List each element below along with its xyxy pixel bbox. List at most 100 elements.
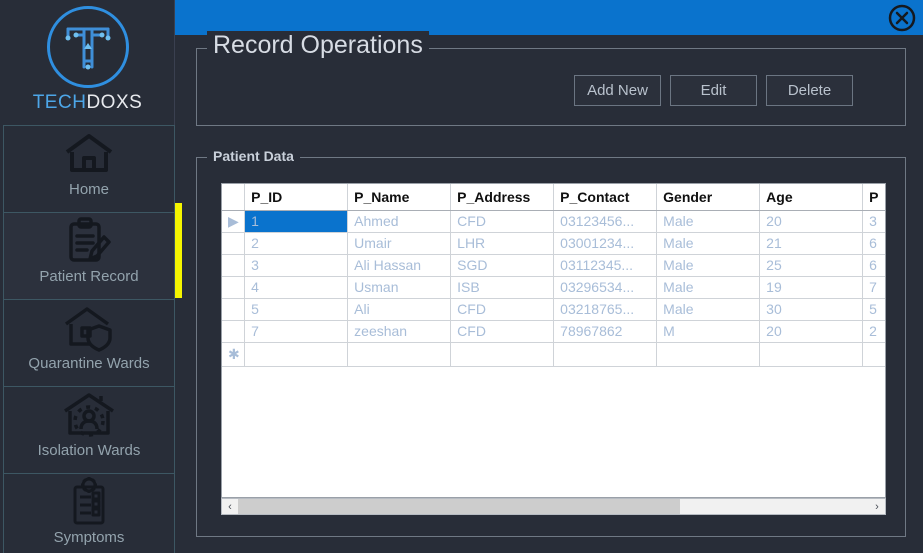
new-record-row[interactable]: ✱	[222, 342, 885, 367]
column-header-age[interactable]: Age	[759, 184, 864, 211]
table-header-row: P_ID P_Name P_Address P_Contact Gender A…	[222, 184, 885, 211]
patient-data-grid[interactable]: P_ID P_Name P_Address P_Contact Gender A…	[221, 183, 886, 498]
table-cell[interactable]: Male	[656, 232, 761, 255]
clipboard-pencil-icon	[4, 213, 174, 269]
table-cell[interactable]: Male	[656, 298, 761, 321]
brand-name-part1: TECH	[32, 92, 87, 113]
table-cell[interactable]: Ali Hassan	[347, 254, 452, 277]
table-cell[interactable]: ISB	[450, 276, 555, 299]
scroll-right-arrow-icon[interactable]: ›	[869, 499, 885, 514]
add-new-button[interactable]: Add New	[574, 75, 661, 106]
table-cell[interactable]: CFD	[450, 298, 555, 321]
table-cell[interactable]: CFD	[450, 210, 555, 233]
table-cell[interactable]	[862, 342, 885, 367]
brand-name: TECHDOXS	[0, 92, 175, 114]
table-cell[interactable]: SGD	[450, 254, 555, 277]
table-row[interactable]: 4 Usman ISB 03296534... Male 19 7	[222, 276, 885, 299]
row-marker[interactable]	[222, 298, 246, 321]
table-cell[interactable]	[553, 342, 658, 367]
table-cell[interactable]: CFD	[450, 320, 555, 343]
row-marker[interactable]	[222, 232, 246, 255]
table-row[interactable]: 3 Ali Hassan SGD 03112345... Male 25 6	[222, 254, 885, 277]
scroll-left-arrow-icon[interactable]: ‹	[222, 499, 238, 514]
table-row[interactable]: 7 zeeshan CFD 78967862 M 20 2	[222, 320, 885, 343]
table-cell[interactable]: 1	[244, 210, 349, 233]
sidebar-item-label: Quarantine Wards	[28, 355, 150, 372]
row-marker[interactable]	[222, 276, 246, 299]
table-cell[interactable]	[656, 342, 761, 367]
column-header-p-partial[interactable]: P	[862, 184, 885, 211]
scrollbar-track[interactable]	[238, 499, 869, 514]
close-circle-icon[interactable]	[887, 3, 917, 33]
table-cell[interactable]: 19	[759, 276, 864, 299]
table-cell[interactable]: 30	[759, 298, 864, 321]
column-header-p-id[interactable]: P_ID	[244, 184, 349, 211]
sidebar-item-label: Isolation Wards	[37, 442, 141, 459]
sidebar-item-label: Patient Record	[39, 268, 139, 285]
table-cell[interactable]	[759, 342, 864, 367]
table-cell[interactable]: LHR	[450, 232, 555, 255]
active-item-accent-bar	[175, 203, 182, 298]
table-cell[interactable]: Ahmed	[347, 210, 452, 233]
table-body: ▶ 1 Ahmed CFD 03123456... Male 20 3 2 Umair LHR 030…	[222, 210, 885, 367]
table-cell[interactable]	[244, 342, 349, 367]
edit-button[interactable]: Edit	[670, 75, 757, 106]
scrollbar-thumb[interactable]	[238, 499, 680, 514]
table-cell[interactable]: M	[656, 320, 761, 343]
sidebar-item-home[interactable]: Home	[3, 125, 175, 212]
table-cell[interactable]: 3	[244, 254, 349, 277]
table-cell[interactable]: 6	[862, 232, 885, 255]
table-cell[interactable]: 03123456...	[553, 210, 658, 233]
table-row[interactable]: ▶ 1 Ahmed CFD 03123456... Male 20 3	[222, 210, 885, 233]
column-header-p-address[interactable]: P_Address	[450, 184, 555, 211]
row-marker[interactable]: ▶	[222, 210, 246, 233]
table-cell[interactable]	[347, 342, 452, 367]
column-header-p-contact[interactable]: P_Contact	[553, 184, 658, 211]
new-record-marker[interactable]: ✱	[222, 342, 246, 367]
table-cell[interactable]: 5	[244, 298, 349, 321]
sidebar-item-patient-record[interactable]: Patient Record	[3, 212, 175, 299]
house-shield-icon	[4, 300, 174, 356]
table-cell[interactable]: 2	[244, 232, 349, 255]
table-cell[interactable]: 03112345...	[553, 254, 658, 277]
table-cell[interactable]: 20	[759, 210, 864, 233]
table-cell[interactable]: 5	[862, 298, 885, 321]
table-cell[interactable]: 2	[862, 320, 885, 343]
table-cell[interactable]: 03296534...	[553, 276, 658, 299]
table-cell[interactable]: 03001234...	[553, 232, 658, 255]
table-cell[interactable]: 6	[862, 254, 885, 277]
sidebar-item-symptoms[interactable]: Symptoms	[3, 473, 175, 553]
row-marker[interactable]	[222, 320, 246, 343]
table-cell[interactable]: 03218765...	[553, 298, 658, 321]
sidebar: TECHDOXS Home Patient Record Quarantine …	[0, 0, 182, 553]
table-cell[interactable]: 20	[759, 320, 864, 343]
page-title: Record Operations	[207, 31, 429, 60]
sidebar-item-quarantine-wards[interactable]: Quarantine Wards	[3, 299, 175, 386]
table-cell[interactable]: Male	[656, 210, 761, 233]
table-cell[interactable]: Male	[656, 254, 761, 277]
row-marker[interactable]	[222, 254, 246, 277]
column-header-gender[interactable]: Gender	[656, 184, 761, 211]
table-cell[interactable]: Ali	[347, 298, 452, 321]
patient-data-table: P_ID P_Name P_Address P_Contact Gender A…	[222, 184, 885, 367]
table-row[interactable]: 5 Ali CFD 03218765... Male 30 5	[222, 298, 885, 321]
table-cell[interactable]: Usman	[347, 276, 452, 299]
table-cell[interactable]: 7	[244, 320, 349, 343]
circuit-t-logo-icon	[46, 6, 129, 88]
table-cell[interactable]: 7	[862, 276, 885, 299]
table-cell[interactable]	[450, 342, 555, 367]
table-cell[interactable]: 3	[862, 210, 885, 233]
table-cell[interactable]: 25	[759, 254, 864, 277]
record-operations-buttons: Add New Edit Delete	[574, 75, 853, 106]
table-cell[interactable]: Umair	[347, 232, 452, 255]
table-row[interactable]: 2 Umair LHR 03001234... Male 21 6	[222, 232, 885, 255]
horizontal-scrollbar[interactable]: ‹ ›	[221, 498, 886, 515]
table-cell[interactable]: Male	[656, 276, 761, 299]
delete-button[interactable]: Delete	[766, 75, 853, 106]
column-header-p-name[interactable]: P_Name	[347, 184, 452, 211]
table-cell[interactable]: 78967862	[553, 320, 658, 343]
sidebar-item-isolation-wards[interactable]: Isolation Wards	[3, 386, 175, 473]
table-cell[interactable]: zeeshan	[347, 320, 452, 343]
table-cell[interactable]: 21	[759, 232, 864, 255]
table-cell[interactable]: 4	[244, 276, 349, 299]
